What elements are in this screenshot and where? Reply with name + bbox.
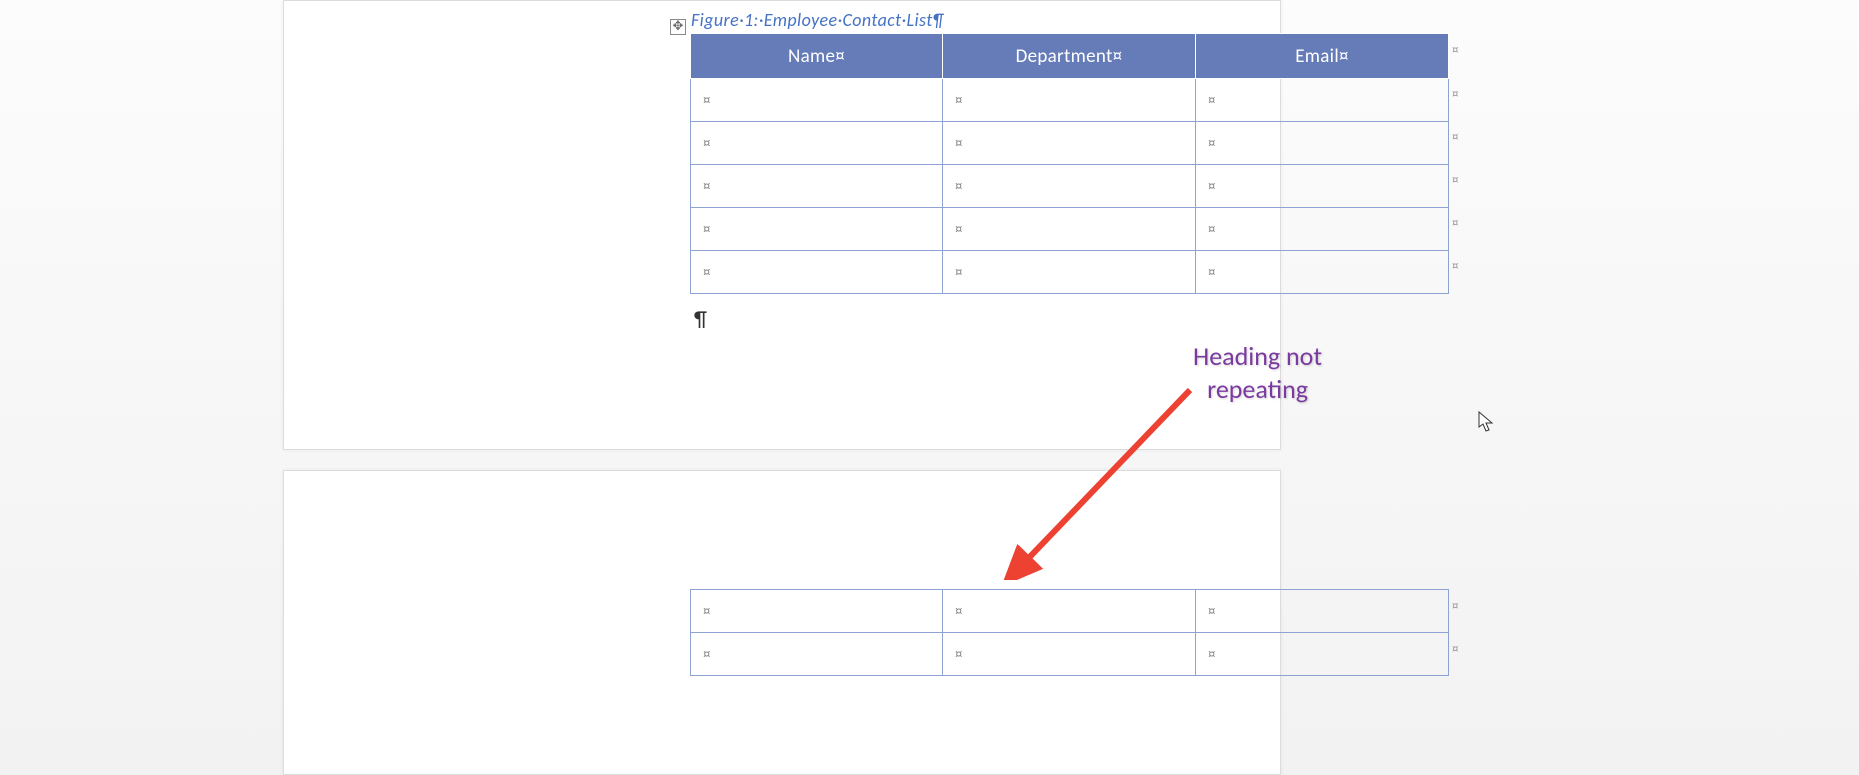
header-name[interactable]: Name¤ (691, 34, 943, 79)
table-cell[interactable]: ¤ (1196, 122, 1449, 165)
row-end-mark-icon: ¤ (1452, 87, 1458, 102)
table-cell[interactable]: ¤ (1196, 633, 1449, 676)
table-cell[interactable]: ¤ (943, 165, 1196, 208)
document-page-1[interactable]: Figure·1:·Employee·Contact·List¶ ✥ Name¤… (283, 0, 1281, 450)
table-cell[interactable]: ¤ (943, 251, 1196, 294)
header-department[interactable]: Department¤ (943, 34, 1196, 79)
table-cell[interactable]: ¤ (691, 251, 943, 294)
header-email[interactable]: Email¤ (1196, 34, 1449, 79)
table-cell[interactable]: ¤ (1196, 590, 1449, 633)
row-end-mark-icon: ¤ (1452, 173, 1458, 188)
table-cell[interactable]: ¤ (691, 633, 943, 676)
table-cell[interactable]: ¤ (943, 590, 1196, 633)
table-header-row[interactable]: Name¤ Department¤ Email¤ (691, 34, 1449, 79)
figure-caption[interactable]: Figure·1:·Employee·Contact·List¶ (691, 9, 944, 31)
employee-contact-table-continued[interactable]: ¤ ¤ ¤ ¤ ¤ ¤ (690, 589, 1449, 676)
row-end-mark-icon: ¤ (1452, 259, 1458, 274)
table-cell[interactable]: ¤ (691, 208, 943, 251)
row-end-mark-icon: ¤ (1452, 216, 1458, 231)
table-row[interactable]: ¤ ¤ ¤ (691, 590, 1449, 633)
table-cell[interactable]: ¤ (943, 122, 1196, 165)
table-cell[interactable]: ¤ (943, 208, 1196, 251)
table-row[interactable]: ¤ ¤ ¤ (691, 165, 1449, 208)
annotation-text: Heading not repeating (1193, 340, 1322, 407)
table-cell[interactable]: ¤ (1196, 208, 1449, 251)
table-row[interactable]: ¤ ¤ ¤ (691, 122, 1449, 165)
employee-contact-table[interactable]: Name¤ Department¤ Email¤ ¤ ¤ ¤ ¤ ¤ ¤ ¤ ¤… (690, 33, 1449, 294)
table-cell[interactable]: ¤ (691, 165, 943, 208)
table-row[interactable]: ¤ ¤ ¤ (691, 251, 1449, 294)
table-cell[interactable]: ¤ (943, 79, 1196, 122)
table-cell[interactable]: ¤ (1196, 165, 1449, 208)
row-end-mark-icon: ¤ (1452, 599, 1458, 614)
row-end-mark-icon: ¤ (1452, 642, 1458, 657)
table-cell[interactable]: ¤ (1196, 251, 1449, 294)
paragraph-mark-icon: ¶ (694, 305, 707, 332)
table-move-handle-icon[interactable]: ✥ (670, 19, 686, 35)
table-cell[interactable]: ¤ (943, 633, 1196, 676)
table-cell[interactable]: ¤ (691, 590, 943, 633)
mouse-cursor-icon (1478, 411, 1496, 433)
table-row[interactable]: ¤ ¤ ¤ (691, 79, 1449, 122)
document-page-2[interactable]: ¤ ¤ ¤ ¤ ¤ ¤ ¤ ¤ (283, 470, 1281, 775)
table-cell[interactable]: ¤ (1196, 79, 1449, 122)
table-row[interactable]: ¤ ¤ ¤ (691, 633, 1449, 676)
row-end-mark-icon: ¤ (1452, 43, 1458, 58)
table-cell[interactable]: ¤ (691, 122, 943, 165)
row-end-mark-icon: ¤ (1452, 130, 1458, 145)
table-row[interactable]: ¤ ¤ ¤ (691, 208, 1449, 251)
table-cell[interactable]: ¤ (691, 79, 943, 122)
